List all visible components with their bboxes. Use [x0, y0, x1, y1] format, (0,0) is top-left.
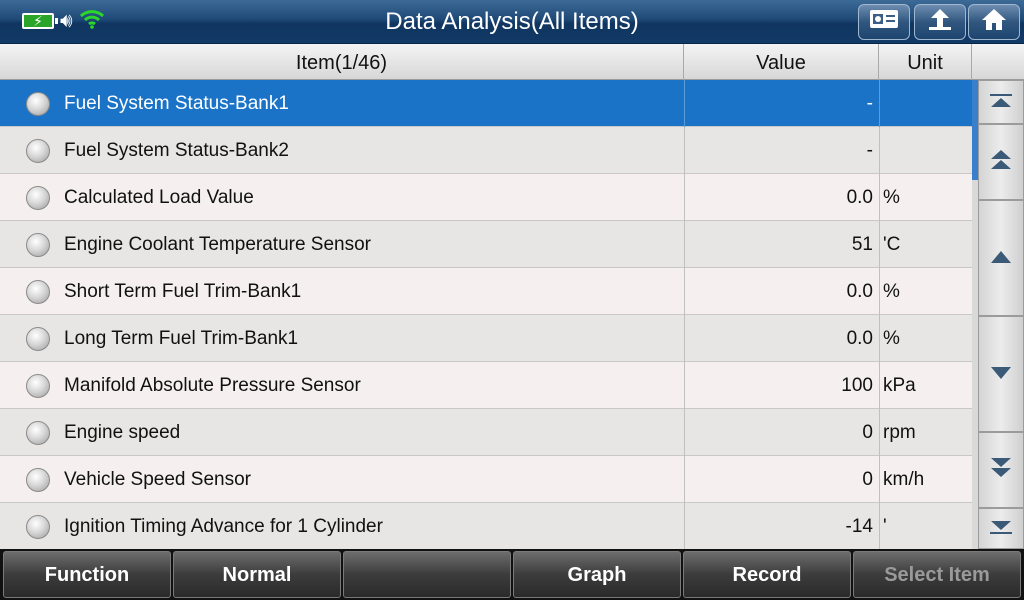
item-value: 100	[684, 362, 879, 409]
scroll-top-button[interactable]	[978, 80, 1024, 124]
table-row[interactable]: Calculated Load Value 0.0 %	[0, 174, 972, 221]
item-name: Calculated Load Value	[64, 187, 254, 208]
item-value: -14	[684, 503, 879, 549]
column-header-unit: Unit	[879, 44, 972, 80]
table-row[interactable]: Fuel System Status-Bank2 -	[0, 127, 972, 174]
item-name: Vehicle Speed Sensor	[64, 469, 251, 490]
arrow-down-icon	[990, 364, 1012, 385]
title-bar: ⚡ 🔊︎ Data Analysis(All Items)	[0, 0, 1024, 44]
item-value: 0	[684, 409, 879, 456]
item-unit: 'C	[879, 221, 972, 268]
item-value: 0.0	[684, 174, 879, 221]
normal-button[interactable]: Normal	[173, 551, 341, 598]
item-unit: %	[879, 315, 972, 362]
table-header: Item(1/46) Value Unit	[0, 44, 1024, 80]
scroll-controls	[978, 80, 1024, 549]
item-name: Ignition Timing Advance for 1 Cylinder	[64, 516, 383, 537]
column-header-item: Item(1/46)	[0, 44, 684, 80]
screenshot-button[interactable]	[858, 4, 910, 40]
data-list: Fuel System Status-Bank1 - Fuel System S…	[0, 80, 972, 549]
back-button[interactable]	[914, 4, 966, 40]
empty-button[interactable]	[343, 551, 511, 598]
arrow-to-bottom-icon	[990, 518, 1012, 539]
radio-button[interactable]	[26, 327, 50, 351]
scroll-bottom-button[interactable]	[978, 508, 1024, 549]
camera-card-icon	[869, 8, 899, 36]
item-value: 0.0	[684, 315, 879, 362]
item-unit: kPa	[879, 362, 972, 409]
arrow-up-icon	[990, 248, 1012, 269]
radio-button[interactable]	[26, 280, 50, 304]
page-up-button[interactable]	[978, 124, 1024, 200]
double-chevron-down-icon	[990, 457, 1012, 484]
item-unit	[879, 127, 972, 174]
item-unit: km/h	[879, 456, 972, 503]
column-header-value: Value	[684, 44, 879, 80]
item-value: -	[684, 80, 879, 127]
scroll-down-button[interactable]	[978, 316, 1024, 432]
double-chevron-up-icon	[990, 149, 1012, 176]
item-name: Fuel System Status-Bank1	[64, 93, 289, 114]
graph-button[interactable]: Graph	[513, 551, 681, 598]
item-value: -	[684, 127, 879, 174]
table-row[interactable]: Short Term Fuel Trim-Bank1 0.0 %	[0, 268, 972, 315]
table-row[interactable]: Long Term Fuel Trim-Bank1 0.0 %	[0, 315, 972, 362]
page-down-button[interactable]	[978, 432, 1024, 508]
return-arrow-icon	[927, 7, 953, 37]
home-button[interactable]	[968, 4, 1020, 40]
table-row[interactable]: Vehicle Speed Sensor 0 km/h	[0, 456, 972, 503]
radio-button[interactable]	[26, 468, 50, 492]
item-value: 0.0	[684, 268, 879, 315]
item-name: Short Term Fuel Trim-Bank1	[64, 281, 302, 302]
home-icon	[981, 7, 1007, 37]
item-name: Manifold Absolute Pressure Sensor	[64, 375, 361, 396]
radio-button[interactable]	[26, 421, 50, 445]
radio-button[interactable]	[26, 92, 50, 116]
item-unit: '	[879, 503, 972, 549]
item-name: Fuel System Status-Bank2	[64, 140, 289, 161]
table-row[interactable]: Engine speed 0 rpm	[0, 409, 972, 456]
record-button[interactable]: Record	[683, 551, 851, 598]
item-unit: %	[879, 268, 972, 315]
item-unit: rpm	[879, 409, 972, 456]
item-name: Long Term Fuel Trim-Bank1	[64, 328, 299, 349]
select-item-button[interactable]: Select Item	[853, 551, 1021, 598]
item-value: 51	[684, 221, 879, 268]
item-unit	[879, 80, 972, 127]
arrow-to-top-icon	[990, 92, 1012, 113]
radio-button[interactable]	[26, 233, 50, 257]
item-name: Engine Coolant Temperature Sensor	[64, 234, 372, 255]
radio-button[interactable]	[26, 515, 50, 539]
table-row[interactable]: Ignition Timing Advance for 1 Cylinder -…	[0, 503, 972, 549]
radio-button[interactable]	[26, 139, 50, 163]
scroll-up-button[interactable]	[978, 200, 1024, 316]
function-button[interactable]: Function	[3, 551, 171, 598]
item-name: Engine speed	[64, 422, 181, 443]
table-row[interactable]: Manifold Absolute Pressure Sensor 100 kP…	[0, 362, 972, 409]
table-row[interactable]: Fuel System Status-Bank1 -	[0, 80, 972, 127]
item-unit: %	[879, 174, 972, 221]
item-value: 0	[684, 456, 879, 503]
radio-button[interactable]	[26, 186, 50, 210]
radio-button[interactable]	[26, 374, 50, 398]
bottom-toolbar: Function Normal Graph Record Select Item	[0, 549, 1024, 600]
table-row[interactable]: Engine Coolant Temperature Sensor 51 'C	[0, 221, 972, 268]
